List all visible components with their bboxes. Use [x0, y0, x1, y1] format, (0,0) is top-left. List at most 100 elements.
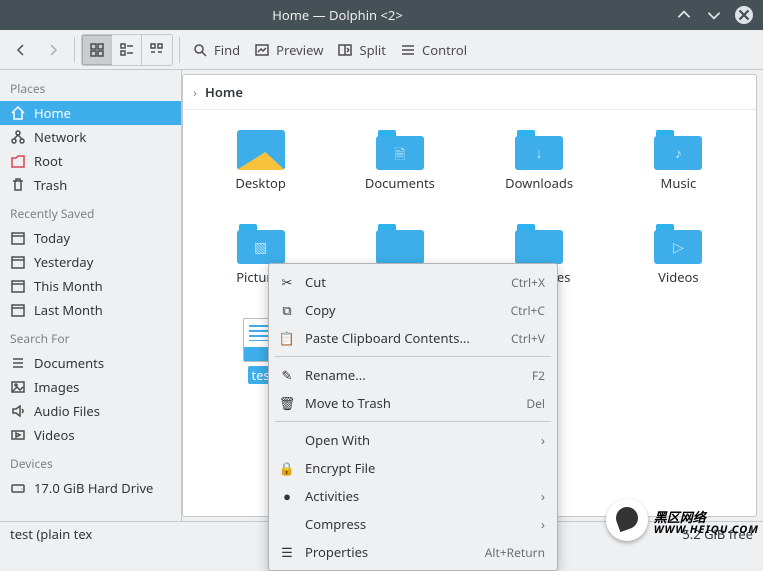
- minimize-button[interactable]: [675, 6, 693, 24]
- menu-icon: 📋: [279, 330, 295, 346]
- file-item[interactable]: ↓ Downloads: [472, 130, 607, 220]
- menu-label: Move to Trash: [305, 394, 516, 412]
- menu-icon: ✎: [279, 367, 295, 383]
- menu-icon: [279, 432, 295, 448]
- menu-shortcut: Del: [526, 395, 545, 412]
- folder-icon: ▷: [654, 224, 702, 264]
- menu-item[interactable]: 📋 Paste Clipboard Contents... Ctrl+V: [269, 324, 557, 352]
- menu-icon: ⧉: [279, 302, 295, 318]
- close-button[interactable]: [735, 6, 753, 24]
- menu-label: Encrypt File: [305, 459, 545, 477]
- preview-button[interactable]: Preview: [248, 35, 329, 65]
- split-button[interactable]: Split: [331, 35, 392, 65]
- menu-shortcut: Alt+Return: [485, 544, 545, 561]
- sidebar-item-last-month[interactable]: Last Month: [0, 298, 181, 322]
- sidebar-item-network[interactable]: Network: [0, 125, 181, 149]
- view-mode-group: [81, 34, 173, 66]
- file-item[interactable]: ♪ Music: [611, 130, 746, 220]
- control-button[interactable]: Control: [394, 35, 473, 65]
- breadcrumb-location: Home: [205, 83, 243, 101]
- sidebar-item-today[interactable]: Today: [0, 226, 181, 250]
- menu-label: Rename...: [305, 366, 522, 384]
- file-label: Documents: [365, 174, 435, 192]
- menu-item[interactable]: 🗑 Move to Trash Del: [269, 389, 557, 417]
- watermark: 黑区网络WWW.HEIQU.COM: [606, 499, 759, 541]
- submenu-arrow-icon: ›: [541, 487, 545, 505]
- devices-heading: Devices: [0, 447, 181, 476]
- file-label: Desktop: [235, 174, 286, 192]
- recent-heading: Recently Saved: [0, 197, 181, 226]
- window-title: Home — Dolphin <2>: [0, 6, 675, 24]
- compact-view-button[interactable]: [112, 35, 142, 65]
- menu-item[interactable]: ☰ Properties Alt+Return: [269, 538, 557, 566]
- menu-icon: ●: [279, 488, 295, 504]
- menu-icon: 🔒: [279, 460, 295, 476]
- sidebar-item-audio[interactable]: Audio Files: [0, 399, 181, 423]
- menu-icon: ✂: [279, 274, 295, 290]
- menu-label: Paste Clipboard Contents...: [305, 329, 501, 347]
- context-menu: ✂ Cut Ctrl+X ⧉ Copy Ctrl+C 📋 Paste Clipboard Co…: [268, 263, 558, 571]
- menu-label: Properties: [305, 543, 475, 561]
- menu-label: Copy: [305, 301, 501, 319]
- folder-icon: 🗎: [376, 130, 424, 170]
- forward-button[interactable]: [38, 35, 68, 65]
- submenu-arrow-icon: ›: [541, 431, 545, 449]
- submenu-arrow-icon: ›: [541, 515, 545, 533]
- folder-icon: ↓: [515, 130, 563, 170]
- toolbar: Find Preview Split Control: [0, 30, 763, 70]
- file-label: Videos: [658, 268, 699, 286]
- icons-view-button[interactable]: [82, 35, 112, 65]
- search-heading: Search For: [0, 322, 181, 351]
- back-button[interactable]: [6, 35, 36, 65]
- folder-icon: [515, 224, 563, 264]
- title-bar: Home — Dolphin <2>: [0, 0, 763, 30]
- menu-shortcut: F2: [532, 367, 545, 384]
- chevron-right-icon: ›: [193, 83, 197, 101]
- sidebar-item-documents[interactable]: Documents: [0, 351, 181, 375]
- menu-item[interactable]: ● Activities ›: [269, 482, 557, 510]
- desktop-icon: [237, 130, 285, 170]
- menu-label: Open With: [305, 431, 531, 449]
- file-label: Downloads: [505, 174, 573, 192]
- menu-shortcut: Ctrl+C: [511, 302, 545, 319]
- sidebar-item-root[interactable]: Root: [0, 149, 181, 173]
- menu-separator: [275, 421, 551, 422]
- sidebar-item-home[interactable]: Home: [0, 101, 181, 125]
- file-item[interactable]: Desktop: [193, 130, 328, 220]
- folder-icon: ♪: [654, 130, 702, 170]
- breadcrumb[interactable]: › Home: [183, 75, 756, 110]
- menu-shortcut: Ctrl+V: [511, 330, 545, 347]
- menu-item[interactable]: Compress ›: [269, 510, 557, 538]
- file-item[interactable]: 🗎 Documents: [332, 130, 467, 220]
- menu-item[interactable]: ✂ Cut Ctrl+X: [269, 268, 557, 296]
- maximize-button[interactable]: [705, 6, 723, 24]
- file-item[interactable]: ▷ Videos: [611, 224, 746, 314]
- file-label: Music: [661, 174, 697, 192]
- sidebar: Places Home Network Root Trash Recently …: [0, 70, 182, 521]
- find-button[interactable]: Find: [186, 35, 246, 65]
- menu-icon: 🗑: [279, 395, 295, 411]
- folder-icon: ▧: [237, 224, 285, 264]
- menu-icon: ☰: [279, 544, 295, 560]
- sidebar-item-videos[interactable]: Videos: [0, 423, 181, 447]
- menu-separator: [275, 356, 551, 357]
- folder-icon: [376, 224, 424, 264]
- menu-shortcut: Ctrl+X: [511, 274, 545, 291]
- sidebar-item-this-month[interactable]: This Month: [0, 274, 181, 298]
- menu-label: Activities: [305, 487, 531, 505]
- menu-label: Cut: [305, 273, 501, 291]
- menu-icon: [279, 516, 295, 532]
- sidebar-item-trash[interactable]: Trash: [0, 173, 181, 197]
- sidebar-item-hard-drive[interactable]: 17.0 GiB Hard Drive: [0, 476, 181, 500]
- places-heading: Places: [0, 72, 181, 101]
- menu-item[interactable]: ⧉ Copy Ctrl+C: [269, 296, 557, 324]
- menu-item[interactable]: ✎ Rename... F2: [269, 361, 557, 389]
- menu-item[interactable]: 🔒 Encrypt File: [269, 454, 557, 482]
- menu-item[interactable]: Open With ›: [269, 426, 557, 454]
- menu-label: Compress: [305, 515, 531, 533]
- details-view-button[interactable]: [142, 35, 172, 65]
- sidebar-item-yesterday[interactable]: Yesterday: [0, 250, 181, 274]
- window-buttons: [675, 6, 763, 24]
- mushroom-icon: [606, 499, 648, 541]
- sidebar-item-images[interactable]: Images: [0, 375, 181, 399]
